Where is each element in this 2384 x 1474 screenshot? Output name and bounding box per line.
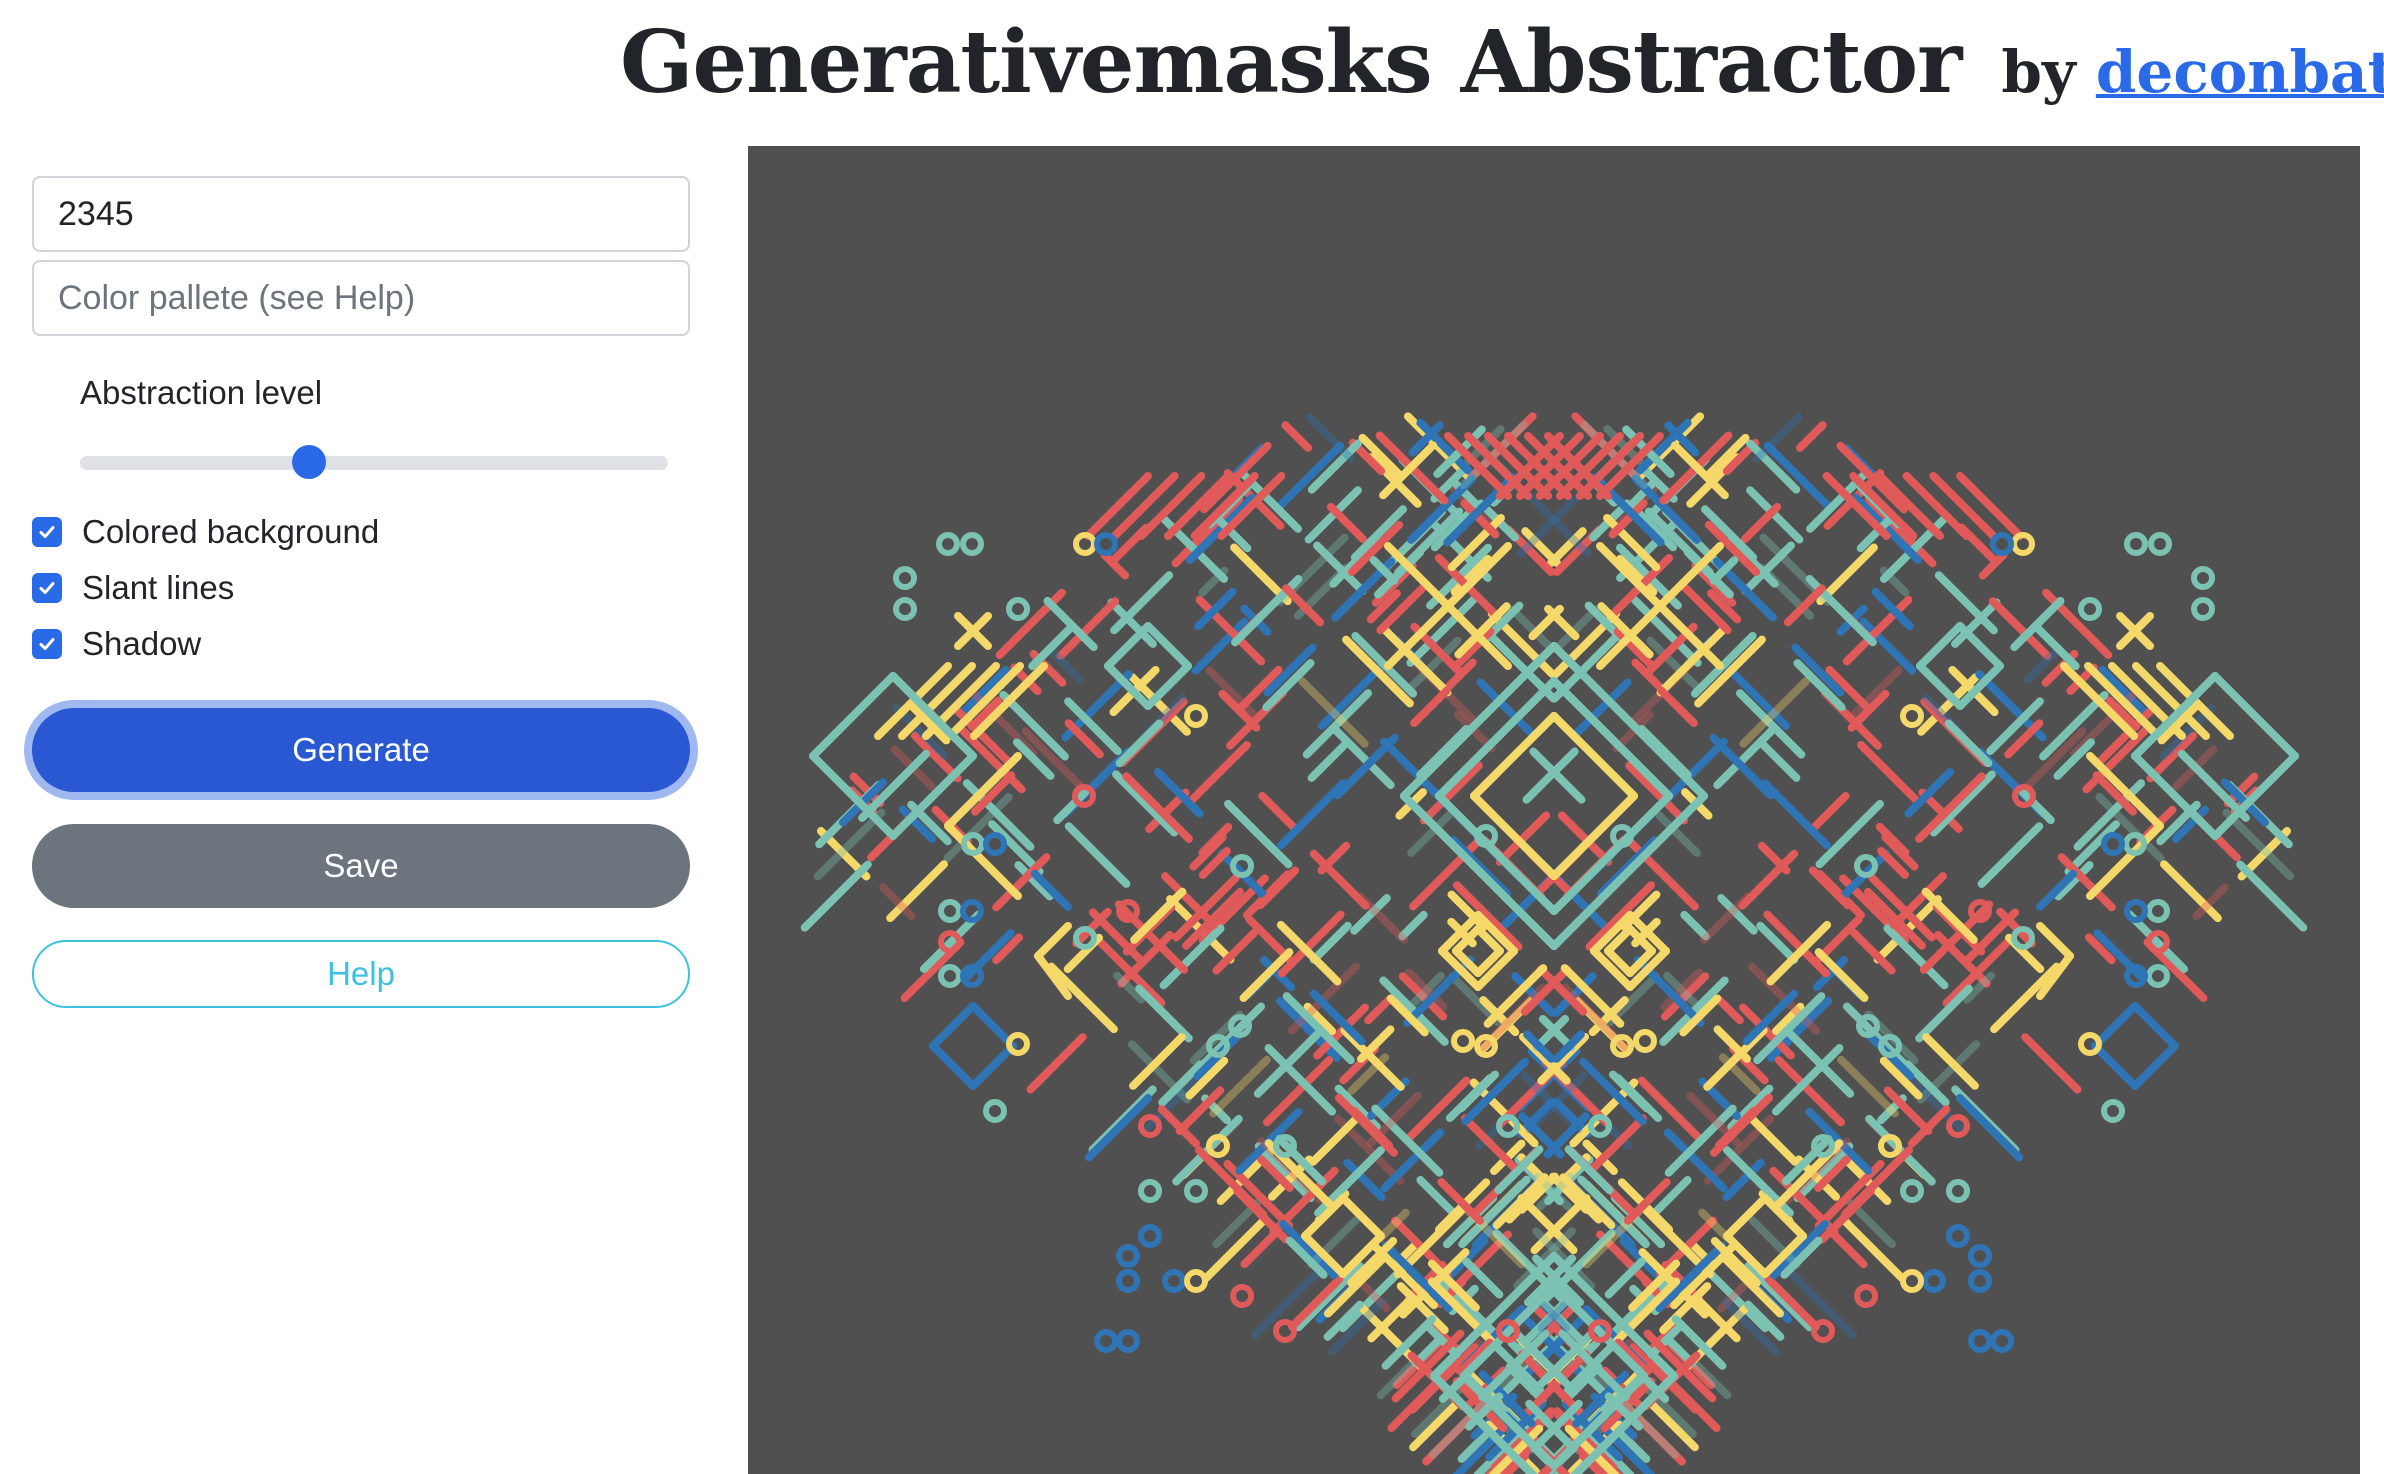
save-button[interactable]: Save [32,824,690,908]
artwork-canvas [748,146,2360,1474]
colored-background-label: Colored background [82,513,380,550]
by-label: by [2001,38,2076,106]
generate-button[interactable]: Generate [32,708,690,792]
color-palette-input[interactable] [32,260,690,336]
abstraction-level-slider[interactable] [80,444,668,480]
byline: by deconbatch [2001,38,2384,106]
abstraction-level-label: Abstraction level [80,374,323,411]
slant-lines-option[interactable]: Slant lines [32,560,690,616]
check-icon [39,526,55,538]
colored-background-option[interactable]: Colored background [32,504,690,560]
header: Generativemasks Abstractor by deconbatch [620,12,2384,132]
slant-lines-label: Slant lines [82,569,235,606]
check-icon [39,582,55,594]
options-group: Colored background Slant lines Shadow [32,504,690,672]
slider-thumb[interactable] [292,445,327,479]
slant-lines-checkbox[interactable] [32,573,62,603]
check-icon [39,638,55,650]
colored-background-checkbox[interactable] [32,517,62,547]
author-link[interactable]: deconbatch [2096,38,2384,106]
generative-mask-artwork [800,412,2308,1474]
slider-track[interactable] [80,456,668,470]
shadow-option[interactable]: Shadow [32,616,690,672]
help-button[interactable]: Help [32,940,690,1008]
shadow-checkbox[interactable] [32,629,62,659]
seed-input[interactable] [32,176,690,252]
shadow-label: Shadow [82,625,202,662]
page-title: Generativemasks Abstractor [620,12,1962,113]
sidebar: Abstraction level Colored background Sla… [32,176,690,1008]
